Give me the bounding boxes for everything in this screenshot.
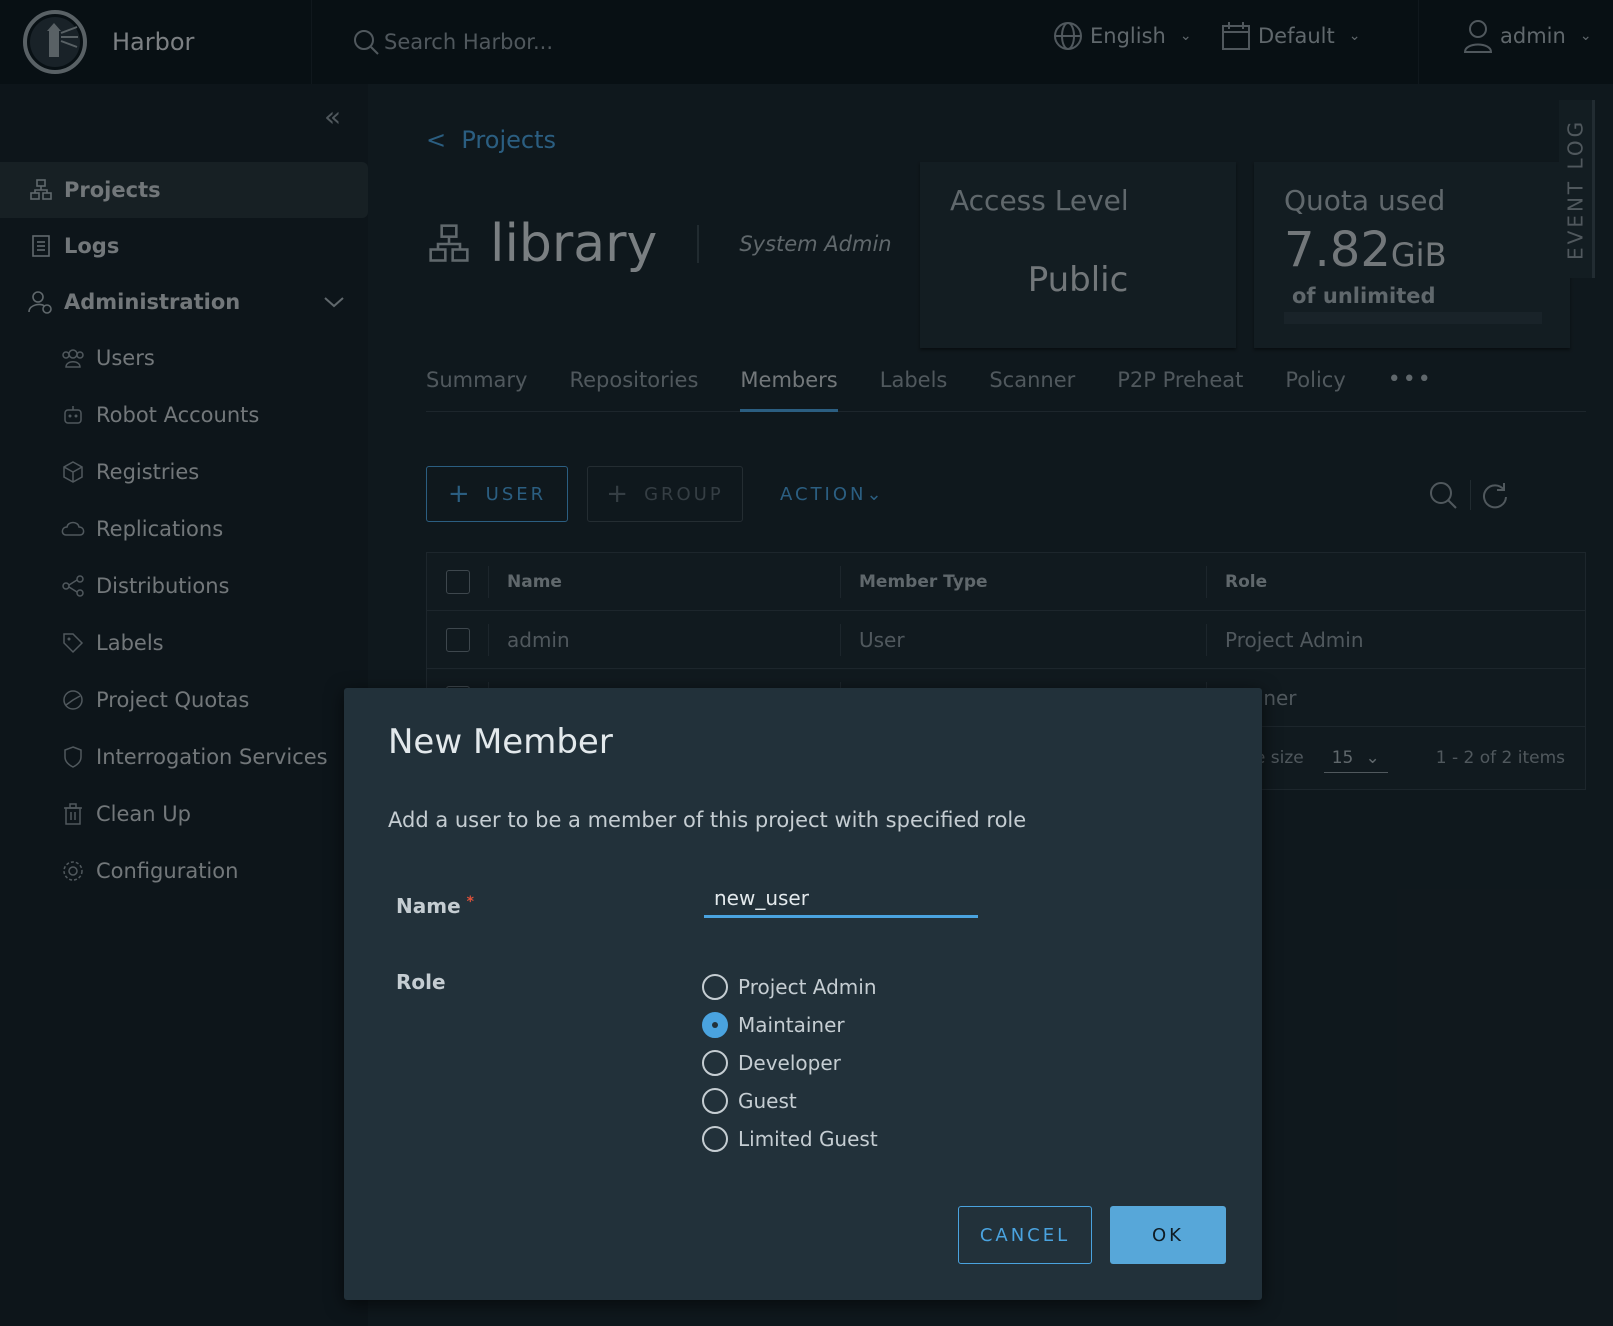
name-label: Name * xyxy=(396,894,474,918)
radio-button[interactable] xyxy=(702,1088,728,1114)
role-option-guest[interactable]: Guest xyxy=(702,1082,878,1120)
radio-button-selected[interactable] xyxy=(702,1012,728,1038)
dialog-description: Add a user to be a member of this projec… xyxy=(388,808,1027,832)
required-asterisk: * xyxy=(466,894,474,910)
radio-button[interactable] xyxy=(702,1126,728,1152)
role-option-maintainer[interactable]: Maintainer xyxy=(702,1006,878,1044)
dialog-title: New Member xyxy=(388,722,613,762)
role-radio-group: Project Admin Maintainer Developer Guest… xyxy=(702,968,878,1158)
ok-button[interactable]: OK xyxy=(1110,1206,1226,1264)
role-option-project-admin[interactable]: Project Admin xyxy=(702,968,878,1006)
role-label: Role xyxy=(396,970,446,994)
member-name-input[interactable] xyxy=(704,880,978,918)
radio-button[interactable] xyxy=(702,1050,728,1076)
role-option-limited-guest[interactable]: Limited Guest xyxy=(702,1120,878,1158)
new-member-dialog: New Member Add a user to be a member of … xyxy=(344,688,1262,1300)
cancel-button[interactable]: CANCEL xyxy=(958,1206,1092,1264)
radio-button[interactable] xyxy=(702,974,728,1000)
role-option-developer[interactable]: Developer xyxy=(702,1044,878,1082)
